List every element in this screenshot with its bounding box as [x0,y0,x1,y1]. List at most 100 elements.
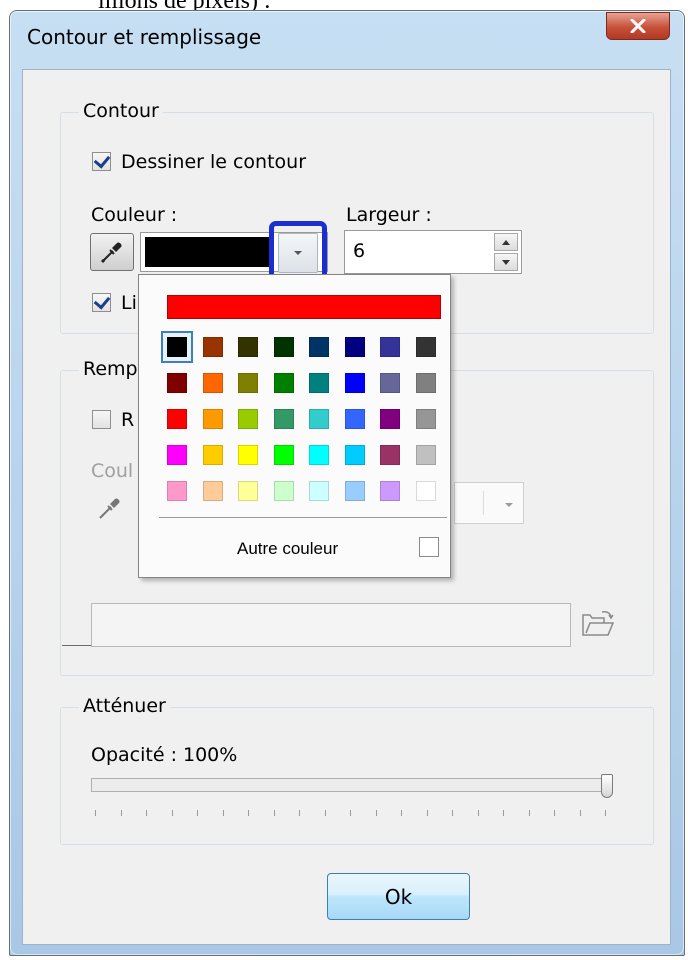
fill-combo-disabled[interactable] [454,482,524,524]
color-swatch[interactable] [273,373,294,393]
slider-tick [95,810,96,816]
second-outline-label[interactable]: Li [121,292,137,314]
color-swatch[interactable] [202,445,223,465]
arrow-up-icon [502,239,510,245]
opacity-label: Opacité : 100% [91,744,238,766]
color-swatch[interactable] [238,409,258,429]
draw-outline-label[interactable]: Dessiner le contour [121,151,306,173]
slider-tick [401,810,402,816]
attenuer-group [60,707,654,845]
color-swatch[interactable] [344,337,365,357]
color-swatch[interactable] [415,481,436,501]
eyedropper-button[interactable] [90,233,134,271]
color-swatch[interactable] [380,481,400,501]
color-swatch[interactable] [380,445,400,465]
color-picker-popup: Autre couleur [138,274,451,578]
slider-tick [222,810,224,816]
color-swatch[interactable] [344,481,365,501]
image-path-field[interactable] [91,603,571,647]
open-folder-icon[interactable] [580,609,616,639]
color-swatch[interactable] [309,373,329,393]
color-swatch[interactable] [415,445,436,465]
close-button[interactable] [606,12,670,40]
draw-outline-checkbox[interactable] [92,152,111,171]
width-decrement-button[interactable] [494,253,518,271]
slider-tick [197,810,198,816]
slider-tick [324,810,326,816]
slider-tick [579,810,581,816]
color-swatch[interactable] [415,373,436,393]
combo-divider [483,491,484,515]
color-swatch[interactable] [273,337,294,357]
slider-tick [452,810,453,816]
slider-tick [350,810,351,816]
color-swatch[interactable] [202,409,223,429]
fill-checkbox-label[interactable]: R [121,409,134,431]
color-swatch[interactable] [309,445,329,465]
other-color-label[interactable]: Autre couleur [237,539,338,559]
color-swatch[interactable] [273,481,294,501]
outline-color-swatch [145,237,271,267]
color-swatch[interactable] [380,337,400,357]
remplissage-group-label: Remp [79,358,142,380]
width-spin-buttons [494,233,518,271]
color-swatch[interactable] [167,445,187,465]
second-outline-checkbox[interactable] [92,293,111,312]
color-swatch[interactable] [238,445,258,465]
color-swatch[interactable] [167,481,187,501]
slider-tick [503,810,504,816]
path-left-line [62,645,92,646]
color-swatch[interactable] [344,373,365,393]
slider-tick [554,810,555,816]
color-swatch[interactable] [167,373,187,393]
color-swatch[interactable] [238,481,258,501]
other-color-box[interactable] [419,537,439,557]
color-swatch[interactable] [202,373,223,393]
fill-checkbox[interactable] [92,410,111,429]
dialog-title: Contour et remplissage [27,25,262,49]
color-swatch[interactable] [202,337,223,357]
arrow-down-icon [502,259,510,265]
color-swatch[interactable] [309,337,329,357]
title-bar[interactable]: Contour et remplissage [10,11,684,69]
color-swatch[interactable] [167,409,187,429]
color-swatch[interactable] [309,409,329,429]
eyedropper-icon[interactable] [96,494,124,522]
width-increment-button[interactable] [494,233,518,251]
color-swatch[interactable] [380,409,400,429]
chevron-down-icon [505,503,513,507]
color-swatch[interactable] [273,445,294,465]
attenuer-group-label: Atténuer [79,695,170,717]
color-swatch[interactable] [344,445,365,465]
color-swatch[interactable] [309,481,329,501]
ok-button[interactable]: Ok [327,873,470,920]
recent-color-swatch[interactable] [167,295,441,319]
opacity-slider-thumb[interactable] [601,774,613,798]
color-swatch[interactable] [238,373,258,393]
slider-tick [528,810,530,816]
contour-group-label: Contour [79,100,163,122]
color-swatch[interactable] [238,337,258,357]
color-swatch[interactable] [273,409,294,429]
width-value[interactable]: 6 [353,240,365,262]
color-swatch[interactable] [415,337,436,357]
color-swatch[interactable] [415,409,436,429]
slider-tick [477,810,479,816]
slider-tick [171,810,173,816]
color-label: Couleur : [91,204,178,226]
slider-tick [375,810,377,816]
slider-tick [248,810,249,816]
color-swatch[interactable] [344,409,365,429]
opacity-slider-track[interactable] [91,778,611,792]
slider-tick [426,810,428,816]
slider-tick [273,810,275,816]
width-spinner[interactable]: 6 [344,230,522,274]
fill-color-label: Coul [91,460,134,482]
close-icon [630,19,646,33]
slider-tick [146,810,147,816]
width-label: Largeur : [346,204,432,226]
color-swatch[interactable] [202,481,223,501]
eyedropper-icon [100,242,122,264]
color-swatch[interactable] [167,337,187,357]
color-swatch[interactable] [380,373,400,393]
